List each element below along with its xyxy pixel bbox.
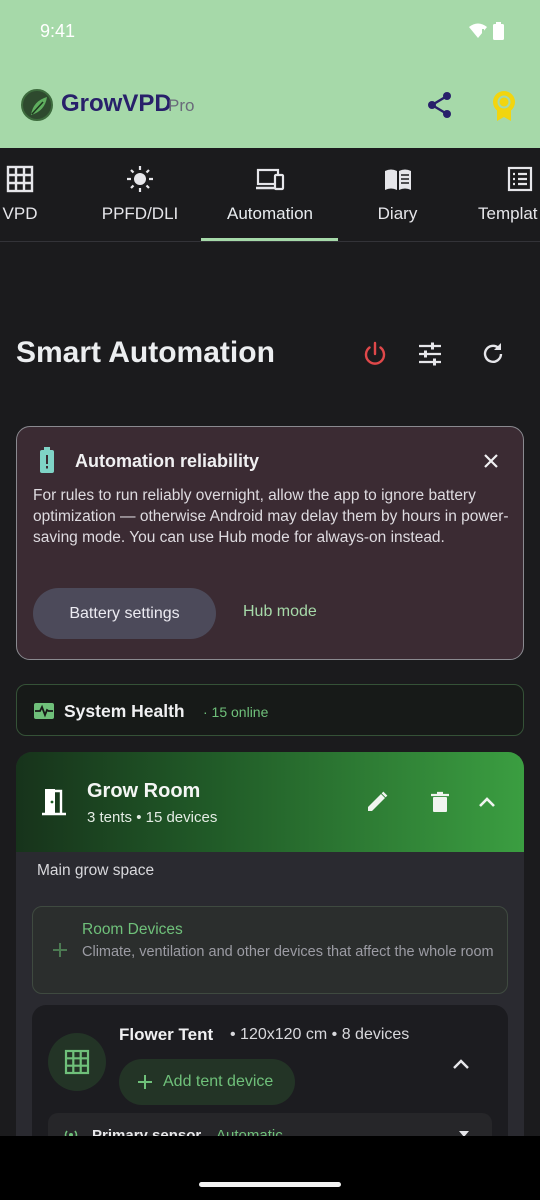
battery-alert-icon	[40, 447, 54, 473]
add-tent-device-button[interactable]: Add tent device	[119, 1059, 295, 1105]
tab-templates[interactable]: Templat	[470, 148, 540, 242]
add-tent-device-label: Add tent device	[163, 1073, 274, 1090]
list-icon	[507, 166, 533, 192]
close-icon[interactable]	[481, 451, 501, 471]
devices-icon	[256, 168, 285, 191]
tent-avatar	[48, 1033, 106, 1091]
system-health-title: System Health	[64, 701, 185, 721]
home-indicator[interactable]	[199, 1182, 341, 1187]
tune-icon[interactable]	[416, 340, 444, 368]
status-icons	[469, 22, 504, 40]
plus-icon	[53, 943, 67, 957]
tab-automation[interactable]: Automation	[201, 148, 339, 242]
app-bar: 9:41 GrowVPD Pro	[0, 0, 540, 148]
battery-status-icon	[493, 22, 504, 40]
grid-icon	[64, 1049, 90, 1075]
power-icon[interactable]	[361, 340, 389, 368]
monitor-heart-icon	[34, 703, 54, 719]
room-devices-button[interactable]: Room Devices Climate, ventilation and ot…	[32, 906, 508, 994]
wifi-icon	[469, 23, 487, 38]
tab-diary[interactable]: Diary	[350, 148, 445, 242]
door-icon	[42, 789, 66, 816]
tent-card: Flower Tent • 120x120 cm • 8 devices Add…	[32, 1005, 508, 1142]
room-name: Grow Room	[87, 780, 201, 802]
active-tab-indicator	[201, 238, 338, 241]
grid-icon	[6, 165, 34, 193]
share-icon[interactable]	[426, 91, 454, 119]
tab-label: Diary	[377, 204, 418, 223]
room-card: Grow Room 3 tents • 15 devices Main grow…	[16, 752, 524, 1142]
room-header[interactable]: Grow Room 3 tents • 15 devices	[16, 752, 524, 852]
online-count: · 15 online	[203, 704, 269, 720]
room-devices-description: Climate, ventilation and other devices t…	[82, 944, 494, 960]
page-title: Smart Automation	[16, 336, 275, 369]
reliability-title: Automation reliability	[75, 451, 260, 471]
tab-bar: VPD PPFD/DLI Automation Diary Templat	[0, 148, 540, 242]
tab-label: VPD	[2, 204, 38, 223]
app-logo	[21, 89, 53, 121]
tab-label: Templat	[478, 204, 538, 223]
delete-icon[interactable]	[428, 790, 452, 814]
edit-icon[interactable]	[365, 790, 389, 814]
refresh-icon[interactable]	[479, 340, 507, 368]
tab-label: PPFD/DLI	[101, 204, 179, 223]
system-health-bar[interactable]: System Health · 15 online	[16, 684, 524, 736]
battery-settings-button[interactable]: Battery settings	[33, 588, 216, 639]
chevron-up-icon[interactable]	[475, 790, 499, 814]
sun-icon	[127, 166, 153, 192]
award-icon[interactable]	[490, 90, 518, 122]
tab-ppfd-dli[interactable]: PPFD/DLI	[80, 148, 200, 242]
app-title: GrowVPD	[61, 90, 172, 117]
status-time: 9:41	[40, 21, 76, 41]
room-summary: 3 tents • 15 devices	[87, 809, 218, 826]
chevron-up-icon[interactable]	[450, 1053, 472, 1075]
tab-vpd[interactable]: VPD	[0, 148, 70, 242]
tab-label: Automation	[227, 204, 313, 223]
room-description: Main grow space	[37, 862, 155, 879]
plus-icon	[138, 1075, 152, 1089]
pro-badge: Pro	[168, 96, 195, 115]
navigation-bar	[0, 1136, 540, 1200]
reliability-text: For rules to run reliably overnight, all…	[33, 487, 509, 546]
hub-mode-button[interactable]: Hub mode	[243, 603, 317, 621]
room-devices-title: Room Devices	[82, 921, 183, 938]
book-icon	[384, 169, 411, 190]
tent-meta: • 120x120 cm • 8 devices	[230, 1026, 410, 1043]
reliability-card: Automation reliability For rules to run …	[16, 426, 524, 660]
tent-name: Flower Tent	[119, 1025, 214, 1044]
